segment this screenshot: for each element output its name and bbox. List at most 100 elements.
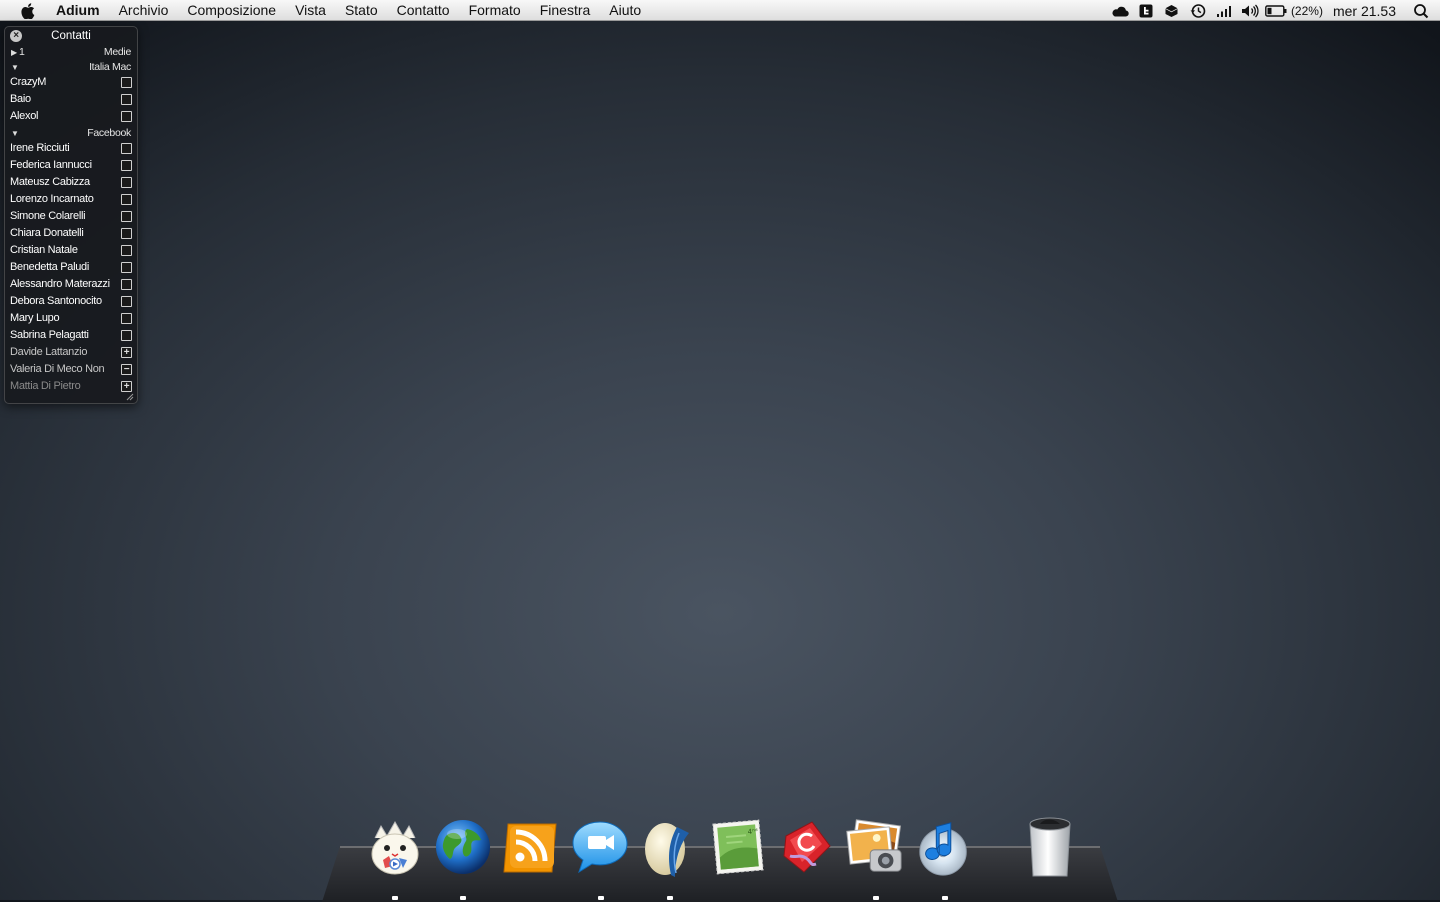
status-checkbox[interactable] xyxy=(121,228,132,239)
cloud-icon[interactable] xyxy=(1107,0,1133,21)
contact-row[interactable]: Valeria Di Meco Non − xyxy=(5,361,137,378)
battery-icon[interactable] xyxy=(1263,0,1289,21)
status-minus-icon[interactable]: − xyxy=(121,364,132,375)
contact-row[interactable]: Mary Lupo xyxy=(5,310,137,327)
menu-archivio[interactable]: Archivio xyxy=(109,0,178,21)
contact-row[interactable]: Simone Colarelli xyxy=(5,208,137,225)
contact-name: Mateusz Cabizza xyxy=(10,176,90,188)
group-label-medie: Medie xyxy=(103,46,131,58)
contact-name: Federica Iannucci xyxy=(10,159,92,171)
time-machine-icon[interactable] xyxy=(1185,0,1211,21)
contact-name: Alessandro Materazzi xyxy=(10,278,110,290)
contact-name: Simone Colarelli xyxy=(10,210,86,222)
contact-row[interactable]: Alessandro Materazzi xyxy=(5,276,137,293)
contact-row[interactable]: Mattia Di Pietro + xyxy=(5,378,137,395)
contact-name: Mary Lupo xyxy=(10,312,60,324)
contact-name: Davide Lattanzio xyxy=(10,346,88,358)
ichat-icon[interactable] xyxy=(569,814,631,880)
menu-composizione[interactable]: Composizione xyxy=(178,0,286,21)
egg-app-icon[interactable] xyxy=(638,814,700,880)
contact-row[interactable]: Davide Lattanzio + xyxy=(5,344,137,361)
status-checkbox[interactable] xyxy=(121,77,132,88)
contacts-title: Contatti xyxy=(51,30,91,42)
contact-name: Sabrina Pelagatti xyxy=(10,329,89,341)
iphoto-icon[interactable] xyxy=(845,814,907,880)
dropbox-icon[interactable] xyxy=(1159,0,1185,21)
status-checkbox[interactable] xyxy=(121,160,132,171)
status-checkbox[interactable] xyxy=(121,245,132,256)
battery-percentage: (22%) xyxy=(1290,3,1323,18)
contact-row[interactable]: Benedetta Paludi xyxy=(5,259,137,276)
menu-finestra[interactable]: Finestra xyxy=(530,0,600,21)
contact-row[interactable]: Mateusz Cabizza xyxy=(5,174,137,191)
stamp-mail-icon[interactable]: 4ⁿᵈ xyxy=(707,814,769,880)
contacts-window: × Contatti ▶ 1 Medie ▼ Italia Mac CrazyM… xyxy=(4,26,138,404)
resize-grip-icon[interactable] xyxy=(126,392,134,401)
contact-name: Benedetta Paludi xyxy=(10,261,89,273)
contact-name: Valeria Di Meco Non xyxy=(10,363,105,375)
rss-reader-icon[interactable] xyxy=(500,814,562,880)
group-label-italia-mac: Italia Mac xyxy=(89,61,131,73)
volume-icon[interactable] xyxy=(1237,0,1263,21)
menu-aiuto[interactable]: Aiuto xyxy=(600,0,651,21)
disclosure-right-icon[interactable]: ▶ xyxy=(11,45,17,60)
contact-row[interactable]: Sabrina Pelagatti xyxy=(5,327,137,344)
trash-icon[interactable] xyxy=(1019,814,1081,880)
contact-name: Baio xyxy=(10,93,31,105)
contact-row[interactable]: Lorenzo Incarnato xyxy=(5,191,137,208)
menu-stato[interactable]: Stato xyxy=(335,0,387,21)
status-checkbox[interactable] xyxy=(121,262,132,273)
svg-text:4ⁿᵈ: 4ⁿᵈ xyxy=(747,827,758,836)
status-checkbox[interactable] xyxy=(121,279,132,290)
contact-name: CrazyM xyxy=(10,76,47,88)
contact-row[interactable]: Irene Ricciuti xyxy=(5,140,137,157)
menu-app-name[interactable]: Adium xyxy=(56,0,109,21)
status-plus-icon[interactable]: + xyxy=(121,381,132,392)
contact-name: Irene Ricciuti xyxy=(10,142,70,154)
status-checkbox[interactable] xyxy=(121,313,132,324)
contact-name: Alexol xyxy=(10,110,39,122)
spotlight-icon[interactable] xyxy=(1408,0,1434,21)
contact-name: Mattia Di Pietro xyxy=(10,380,81,392)
signal-icon[interactable] xyxy=(1211,0,1237,21)
status-checkbox[interactable] xyxy=(121,111,132,122)
status-checkbox[interactable] xyxy=(121,211,132,222)
togepi-app-icon[interactable] xyxy=(364,814,426,880)
contact-row[interactable]: Cristian Natale xyxy=(5,242,137,259)
contact-row[interactable]: Baio xyxy=(5,91,137,108)
globe-icon[interactable] xyxy=(432,814,494,880)
status-checkbox[interactable] xyxy=(121,94,132,105)
status-checkbox[interactable] xyxy=(121,143,132,154)
contact-name: Cristian Natale xyxy=(10,244,78,256)
twitter-icon[interactable] xyxy=(1133,0,1159,21)
menu-formato[interactable]: Formato xyxy=(459,0,530,21)
menu-contatto[interactable]: Contatto xyxy=(387,0,459,21)
disclosure-down-icon[interactable]: ▼ xyxy=(11,60,19,75)
itunes-icon[interactable] xyxy=(914,814,976,880)
contact-name: Chiara Donatelli xyxy=(10,227,84,239)
running-indicator xyxy=(392,896,398,900)
running-indicator xyxy=(667,896,673,900)
contact-row[interactable]: Alexol xyxy=(5,108,137,125)
contact-row[interactable]: CrazyM xyxy=(5,74,137,91)
group-label-facebook: Facebook xyxy=(87,127,131,139)
status-checkbox[interactable] xyxy=(121,194,132,205)
status-checkbox[interactable] xyxy=(121,296,132,307)
menu-clock[interactable]: mer 21.53 xyxy=(1333,3,1396,19)
running-indicator xyxy=(942,896,948,900)
status-checkbox[interactable] xyxy=(121,330,132,341)
red-app-icon[interactable] xyxy=(776,814,838,880)
disclosure-down-icon[interactable]: ▼ xyxy=(11,126,19,141)
running-indicator xyxy=(873,896,879,900)
running-indicator xyxy=(460,896,466,900)
contact-row[interactable]: Federica Iannucci xyxy=(5,157,137,174)
contact-row[interactable]: Debora Santonocito xyxy=(5,293,137,310)
menu-bar: Adium Archivio Composizione Vista Stato … xyxy=(0,0,1440,21)
status-plus-icon[interactable]: + xyxy=(121,347,132,358)
menu-vista[interactable]: Vista xyxy=(286,0,336,21)
contact-row[interactable]: Chiara Donatelli xyxy=(5,225,137,242)
apple-icon[interactable] xyxy=(0,0,56,21)
status-checkbox[interactable] xyxy=(121,177,132,188)
group-count: 1 xyxy=(19,46,25,58)
running-indicator xyxy=(598,896,604,900)
